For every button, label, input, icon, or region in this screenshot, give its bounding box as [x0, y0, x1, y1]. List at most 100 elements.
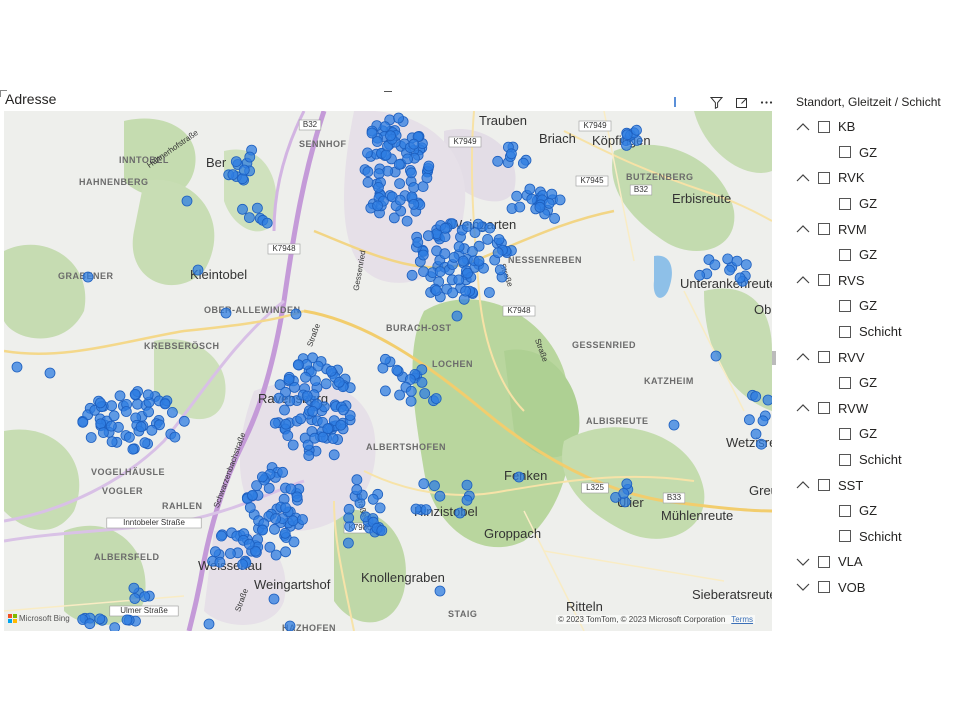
address-marker[interactable] — [453, 241, 465, 253]
address-marker[interactable] — [408, 199, 420, 210]
slicer-checkbox[interactable] — [839, 427, 851, 440]
address-marker[interactable] — [287, 515, 299, 527]
address-marker[interactable] — [292, 359, 304, 371]
slicer-checkbox[interactable] — [818, 171, 830, 184]
address-marker[interactable] — [405, 385, 417, 397]
slicer-item[interactable]: GZ — [790, 191, 968, 217]
address-marker[interactable] — [124, 431, 135, 443]
address-marker[interactable] — [280, 546, 292, 558]
address-marker[interactable] — [621, 129, 633, 141]
slicer-item[interactable]: Schicht — [790, 319, 968, 345]
address-marker[interactable] — [461, 494, 473, 506]
address-marker[interactable] — [277, 466, 289, 478]
address-marker[interactable] — [412, 236, 424, 248]
address-marker[interactable] — [284, 620, 296, 631]
address-marker[interactable] — [94, 613, 106, 625]
address-marker[interactable] — [372, 200, 384, 212]
address-marker[interactable] — [534, 201, 546, 213]
address-marker[interactable] — [402, 153, 414, 165]
address-marker[interactable] — [694, 269, 705, 281]
address-marker[interactable] — [434, 585, 446, 597]
address-marker[interactable] — [410, 503, 422, 515]
address-marker[interactable] — [203, 618, 215, 630]
address-marker[interactable] — [618, 487, 630, 499]
address-marker[interactable] — [484, 222, 496, 234]
address-marker[interactable] — [251, 202, 263, 214]
chevron-up-icon[interactable] — [794, 350, 812, 364]
address-marker[interactable] — [416, 376, 428, 388]
address-marker[interactable] — [287, 439, 299, 451]
address-marker[interactable] — [722, 253, 734, 265]
address-marker[interactable] — [631, 124, 642, 136]
address-marker[interactable] — [139, 437, 151, 449]
address-marker[interactable] — [237, 558, 249, 570]
address-marker[interactable] — [142, 389, 154, 401]
address-marker[interactable] — [453, 274, 465, 286]
address-marker[interactable] — [408, 138, 420, 150]
address-marker[interactable] — [393, 112, 405, 124]
address-marker[interactable] — [419, 388, 431, 399]
address-marker[interactable] — [269, 417, 281, 429]
slicer-checkbox[interactable] — [818, 581, 830, 594]
address-marker[interactable] — [376, 525, 388, 536]
address-marker[interactable] — [524, 183, 536, 195]
slicer-item[interactable]: SST — [790, 472, 968, 498]
address-marker[interactable] — [244, 502, 256, 513]
address-marker[interactable] — [317, 431, 329, 443]
slicer-item[interactable]: VOB — [790, 575, 968, 601]
slicer-item[interactable]: Schicht — [790, 447, 968, 473]
chevron-up-icon[interactable] — [794, 120, 812, 134]
address-marker[interactable] — [120, 406, 132, 417]
slicer-checkbox[interactable] — [839, 530, 851, 543]
address-marker[interactable] — [668, 419, 680, 431]
address-marker[interactable] — [230, 156, 242, 167]
address-marker[interactable] — [439, 248, 451, 260]
address-marker[interactable] — [762, 394, 772, 406]
address-marker[interactable] — [405, 167, 417, 179]
slicer-checkbox[interactable] — [818, 274, 830, 287]
slicer-checkbox[interactable] — [839, 325, 851, 338]
slicer-checkbox[interactable] — [839, 299, 851, 312]
address-marker[interactable] — [109, 622, 121, 631]
address-marker[interactable] — [401, 215, 413, 227]
address-marker[interactable] — [380, 149, 392, 161]
address-marker[interactable] — [129, 593, 141, 604]
address-marker[interactable] — [270, 513, 282, 525]
address-marker[interactable] — [300, 371, 311, 383]
map-visual[interactable]: Adresse Trauben Briach INNTOBEL SENNHOF … — [0, 88, 778, 636]
slicer-item[interactable]: KB — [790, 114, 968, 140]
address-marker[interactable] — [325, 365, 337, 377]
address-marker[interactable] — [451, 310, 463, 322]
address-marker[interactable] — [307, 405, 319, 417]
address-marker[interactable] — [280, 418, 292, 430]
address-marker[interactable] — [312, 360, 324, 372]
address-marker[interactable] — [709, 259, 721, 271]
slicer-item[interactable]: GZ — [790, 370, 968, 396]
address-marker[interactable] — [518, 157, 529, 169]
address-marker[interactable] — [291, 491, 303, 503]
address-marker[interactable] — [342, 537, 354, 549]
address-marker[interactable] — [309, 375, 321, 387]
address-marker[interactable] — [106, 436, 118, 448]
address-marker[interactable] — [77, 416, 89, 428]
address-marker[interactable] — [460, 285, 472, 297]
address-marker[interactable] — [237, 173, 248, 185]
address-marker[interactable] — [333, 376, 345, 388]
address-marker[interactable] — [279, 404, 290, 416]
address-marker[interactable] — [420, 504, 432, 516]
address-marker[interactable] — [744, 414, 755, 426]
address-marker[interactable] — [373, 182, 384, 193]
address-marker[interactable] — [418, 266, 429, 278]
slicer-checkbox[interactable] — [818, 120, 830, 133]
address-marker[interactable] — [417, 249, 429, 261]
slicer-item[interactable]: Schicht — [790, 524, 968, 550]
address-marker[interactable] — [750, 391, 762, 402]
address-marker[interactable] — [95, 397, 106, 409]
address-marker[interactable] — [169, 431, 181, 443]
address-marker[interactable] — [461, 479, 473, 491]
address-marker[interactable] — [261, 217, 273, 229]
address-marker[interactable] — [129, 388, 141, 400]
address-marker[interactable] — [290, 308, 302, 320]
address-marker[interactable] — [418, 478, 430, 490]
address-marker[interactable] — [430, 393, 442, 404]
